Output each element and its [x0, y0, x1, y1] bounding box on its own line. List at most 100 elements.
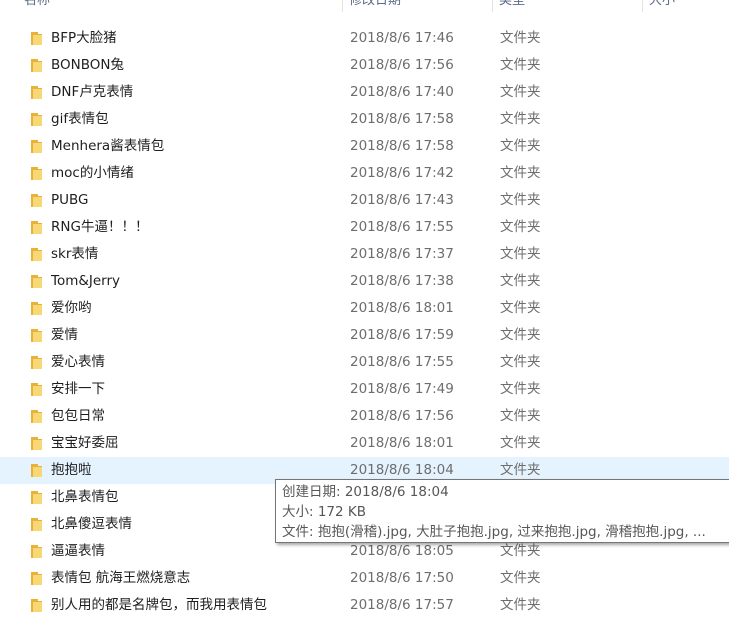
- file-row[interactable]: moc的小情绪 2018/8/6 17:42 文件夹: [0, 160, 729, 187]
- file-type: 文件夹: [500, 381, 541, 397]
- file-row[interactable]: BONBON兔 2018/8/6 17:56 文件夹: [0, 52, 729, 79]
- folder-icon: [31, 356, 42, 369]
- folder-icon: [31, 545, 42, 558]
- file-row[interactable]: 爱心表情 2018/8/6 17:55 文件夹: [0, 349, 729, 376]
- file-type: 文件夹: [500, 246, 541, 262]
- file-type: 文件夹: [500, 570, 541, 586]
- folder-icon: [31, 113, 42, 126]
- file-type: 文件夹: [500, 165, 541, 181]
- file-type: 文件夹: [500, 354, 541, 370]
- folder-icon: [31, 302, 42, 315]
- column-header-name[interactable]: 名称: [18, 0, 343, 12]
- column-header-row: 名称 修改日期 类型 大小: [0, 0, 729, 12]
- file-row[interactable]: 安排一下 2018/8/6 17:49 文件夹: [0, 376, 729, 403]
- file-date: 2018/8/6 17:58: [350, 138, 454, 154]
- file-name: skr表情: [51, 246, 99, 262]
- folder-icon: [31, 518, 42, 531]
- file-name: 抱抱啦: [51, 462, 92, 478]
- tooltip-size: 大小: 172 KB: [282, 504, 367, 520]
- file-name: Tom&Jerry: [51, 273, 121, 289]
- file-type: 文件夹: [500, 300, 541, 316]
- file-name: 逼逼表情: [51, 543, 105, 559]
- folder-icon: [31, 383, 42, 396]
- column-header-type[interactable]: 类型: [493, 0, 643, 12]
- file-date: 2018/8/6 17:49: [350, 381, 454, 397]
- file-row[interactable]: 爱情 2018/8/6 17:59 文件夹: [0, 322, 729, 349]
- file-row[interactable]: gif表情包 2018/8/6 17:58 文件夹: [0, 106, 729, 133]
- file-name: 爱你哟: [51, 300, 92, 316]
- file-name: BONBON兔: [51, 57, 124, 73]
- file-date: 2018/8/6 17:43: [350, 192, 454, 208]
- file-name: Menhera酱表情包: [51, 138, 165, 154]
- file-type: 文件夹: [500, 138, 541, 154]
- file-type: 文件夹: [500, 84, 541, 100]
- folder-icon: [31, 329, 42, 342]
- file-date: 2018/8/6 17:46: [350, 30, 454, 46]
- file-name: 包包日常: [51, 408, 105, 424]
- column-header-date[interactable]: 修改日期: [343, 0, 493, 12]
- file-row[interactable]: 宝宝好委屈 2018/8/6 18:01 文件夹: [0, 430, 729, 457]
- folder-info-tooltip: 创建日期: 2018/8/6 18:04 大小: 172 KB 文件: 抱抱(滑…: [275, 479, 729, 543]
- file-name: gif表情包: [51, 111, 109, 127]
- folder-icon: [31, 167, 42, 180]
- folder-icon: [31, 491, 42, 504]
- file-row[interactable]: 爱你哟 2018/8/6 18:01 文件夹: [0, 295, 729, 322]
- file-row[interactable]: BFP大脸猪 2018/8/6 17:46 文件夹: [0, 25, 729, 52]
- folder-icon: [31, 248, 42, 261]
- folder-icon: [31, 86, 42, 99]
- file-row[interactable]: Menhera酱表情包 2018/8/6 17:58 文件夹: [0, 133, 729, 160]
- folder-icon: [31, 410, 42, 423]
- file-date: 2018/8/6 17:58: [350, 111, 454, 127]
- file-row[interactable]: 别人用的都是名牌包，而我用表情包 2018/8/6 17:57 文件夹: [0, 592, 729, 619]
- folder-icon: [31, 59, 42, 72]
- file-date: 2018/8/6 17:59: [350, 327, 454, 343]
- file-row[interactable]: Tom&Jerry 2018/8/6 17:38 文件夹: [0, 268, 729, 295]
- file-date: 2018/8/6 17:57: [350, 597, 454, 613]
- file-date: 2018/8/6 17:38: [350, 273, 454, 289]
- file-name: 北鼻傻逗表情: [51, 516, 132, 532]
- file-date: 2018/8/6 17:37: [350, 246, 454, 262]
- tooltip-created-date: 创建日期: 2018/8/6 18:04: [282, 484, 449, 500]
- folder-icon: [31, 599, 42, 612]
- file-date: 2018/8/6 17:50: [350, 570, 454, 586]
- file-date: 2018/8/6 17:55: [350, 219, 454, 235]
- file-date: 2018/8/6 17:40: [350, 84, 454, 100]
- file-date: 2018/8/6 18:01: [350, 435, 454, 451]
- file-type: 文件夹: [500, 597, 541, 613]
- file-name: 宝宝好委屈: [51, 435, 119, 451]
- file-row[interactable]: skr表情 2018/8/6 17:37 文件夹: [0, 241, 729, 268]
- file-type: 文件夹: [500, 273, 541, 289]
- file-type: 文件夹: [500, 435, 541, 451]
- file-row[interactable]: PUBG 2018/8/6 17:43 文件夹: [0, 187, 729, 214]
- file-row[interactable]: 表情包 航海王燃烧意志 2018/8/6 17:50 文件夹: [0, 565, 729, 592]
- file-type: 文件夹: [500, 57, 541, 73]
- file-name: 北鼻表情包: [51, 489, 119, 505]
- file-date: 2018/8/6 17:56: [350, 57, 454, 73]
- file-date: 2018/8/6 17:56: [350, 408, 454, 424]
- file-type: 文件夹: [500, 408, 541, 424]
- folder-icon: [31, 437, 42, 450]
- file-type: 文件夹: [500, 327, 541, 343]
- file-name: 爱心表情: [51, 354, 105, 370]
- column-header-size[interactable]: 大小: [643, 0, 729, 12]
- file-name: RNG牛逼！！！: [51, 219, 149, 235]
- file-name: 表情包 航海王燃烧意志: [51, 570, 191, 586]
- file-row[interactable]: 包包日常 2018/8/6 17:56 文件夹: [0, 403, 729, 430]
- file-type: 文件夹: [500, 111, 541, 127]
- folder-icon: [31, 221, 42, 234]
- folder-icon: [31, 464, 42, 477]
- folder-icon: [31, 275, 42, 288]
- file-name: 安排一下: [51, 381, 105, 397]
- folder-icon: [31, 32, 42, 45]
- tooltip-files: 文件: 抱抱(滑稽).jpg, 大肚子抱抱.jpg, 过来抱抱.jpg, 滑稽抱…: [282, 524, 706, 540]
- file-name: DNF卢克表情: [51, 84, 134, 100]
- folder-icon: [31, 194, 42, 207]
- file-name: 爱情: [51, 327, 78, 343]
- file-date: 2018/8/6 17:55: [350, 354, 454, 370]
- file-name: BFP大脸猪: [51, 30, 117, 46]
- file-name: 别人用的都是名牌包，而我用表情包: [51, 597, 267, 613]
- file-row[interactable]: RNG牛逼！！！ 2018/8/6 17:55 文件夹: [0, 214, 729, 241]
- file-name: PUBG: [51, 192, 89, 208]
- file-row[interactable]: DNF卢克表情 2018/8/6 17:40 文件夹: [0, 79, 729, 106]
- folder-icon: [31, 140, 42, 153]
